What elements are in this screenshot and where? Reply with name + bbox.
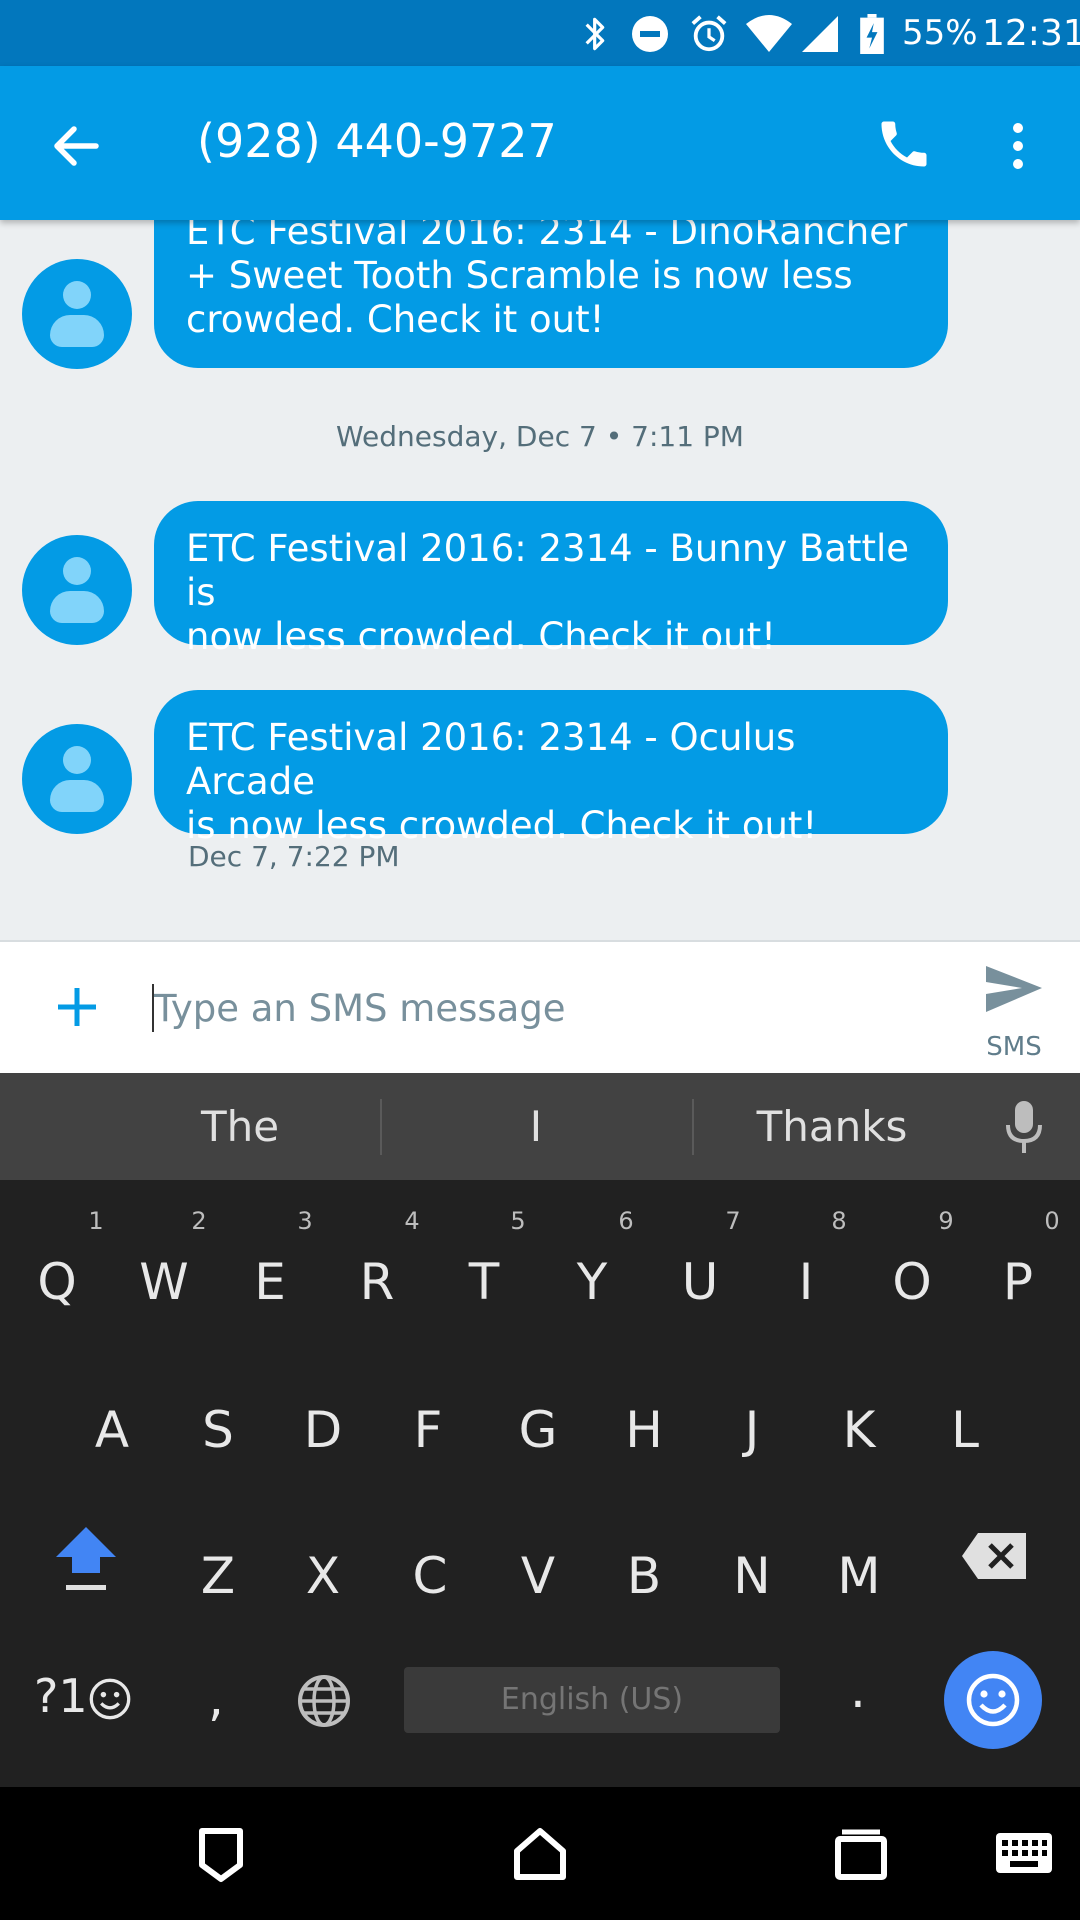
wifi-icon	[746, 15, 792, 52]
key-j[interactable]: J	[722, 1401, 782, 1459]
key-g[interactable]: G	[508, 1401, 568, 1459]
key-m[interactable]: M	[829, 1547, 889, 1605]
key-h[interactable]: H	[614, 1401, 674, 1459]
attach-plus-icon[interactable]	[52, 982, 102, 1032]
send-label: SMS	[986, 1032, 1042, 1062]
key-x[interactable]: X	[293, 1547, 353, 1605]
message-bubble[interactable]: ETC Festival 2016: 2314 - Oculus Arcade …	[154, 690, 948, 847]
key-d[interactable]: D	[293, 1401, 353, 1459]
key-s[interactable]: S	[188, 1401, 248, 1459]
contact-avatar[interactable]	[22, 259, 132, 369]
send-sms-button[interactable]: SMS	[978, 962, 1050, 1062]
key-b[interactable]: B	[614, 1547, 674, 1605]
app-bar: (928) 440-9727	[0, 66, 1080, 220]
date-separator: Wednesday, Dec 7 • 7:11 PM	[336, 420, 744, 453]
message-bubble[interactable]: ETC Festival 2016: 2314 - Bunny Battle i…	[154, 501, 948, 658]
keyboard-icon[interactable]	[996, 1833, 1052, 1873]
message-list[interactable]: ETC Festival 2016: 2314 - DinoRancher + …	[0, 220, 1080, 940]
message-bubble[interactable]: ETC Festival 2016: 2314 - DinoRancher + …	[154, 220, 948, 368]
key-r[interactable]: R	[347, 1253, 407, 1311]
back-icon[interactable]	[196, 1825, 246, 1885]
alarm-icon	[691, 15, 727, 52]
suggestion-divider	[380, 1099, 382, 1155]
key-o[interactable]: O	[882, 1253, 942, 1311]
more-vert-icon[interactable]	[1000, 116, 1036, 176]
key-n[interactable]: N	[722, 1547, 782, 1605]
globe-icon[interactable]	[296, 1673, 352, 1729]
battery-percent: 55%	[902, 13, 978, 53]
key-hint: 2	[191, 1207, 207, 1235]
key-c[interactable]: C	[400, 1547, 460, 1605]
recents-icon[interactable]	[834, 1827, 888, 1881]
backspace-icon[interactable]	[960, 1531, 1030, 1581]
navigation-bar	[0, 1787, 1080, 1920]
key-hint: 5	[510, 1207, 526, 1235]
space-bar[interactable]: English (US)	[404, 1667, 780, 1733]
send-icon	[986, 966, 1042, 1012]
emoji-icon	[966, 1673, 1020, 1727]
signal-icon	[802, 16, 838, 52]
home-icon[interactable]	[513, 1827, 567, 1881]
key-w[interactable]: W	[134, 1253, 194, 1311]
suggestion-2[interactable]: I	[436, 1073, 636, 1180]
suggestion-3[interactable]: Thanks	[732, 1073, 932, 1180]
key-hint: 6	[618, 1207, 634, 1235]
smiley-icon	[89, 1678, 131, 1720]
emoji-button[interactable]	[944, 1651, 1042, 1749]
message-input[interactable]	[152, 970, 932, 1046]
phone-icon[interactable]	[874, 114, 934, 174]
message-text: + Sweet Tooth Scramble is now less	[186, 254, 853, 297]
key-e[interactable]: E	[240, 1253, 300, 1311]
do-not-disturb-icon	[632, 16, 668, 52]
key-q[interactable]: Q	[27, 1253, 87, 1311]
key-z[interactable]: Z	[188, 1547, 248, 1605]
message-text: crowded. Check it out!	[186, 298, 605, 341]
key-p[interactable]: P	[988, 1253, 1048, 1311]
shift-icon[interactable]	[54, 1523, 118, 1593]
key-hint: 8	[831, 1207, 847, 1235]
suggestion-1[interactable]: The	[140, 1073, 340, 1180]
key-u[interactable]: U	[670, 1253, 730, 1311]
message-text: ETC Festival 2016: 2314 - Bunny Battle i…	[186, 527, 910, 614]
back-arrow-icon[interactable]	[46, 116, 106, 176]
key-f[interactable]: F	[398, 1401, 458, 1459]
message-text: now less crowded. Check it out!	[186, 615, 776, 658]
status-bar: 55% 12:31	[0, 0, 1080, 66]
key-l[interactable]: L	[935, 1401, 995, 1459]
symbols-label: ?1	[34, 1669, 88, 1723]
period-key[interactable]: .	[838, 1661, 878, 1719]
key-y[interactable]: Y	[562, 1253, 622, 1311]
key-a[interactable]: A	[82, 1401, 142, 1459]
key-v[interactable]: V	[508, 1547, 568, 1605]
key-hint: 7	[725, 1207, 741, 1235]
contact-avatar[interactable]	[22, 724, 132, 834]
compose-bar: SMS	[0, 940, 1080, 1073]
microphone-icon[interactable]	[1000, 1097, 1048, 1157]
key-hint: 0	[1044, 1207, 1060, 1235]
symbols-key[interactable]: ?1	[34, 1669, 144, 1733]
key-t[interactable]: T	[454, 1253, 514, 1311]
key-hint: 3	[297, 1207, 313, 1235]
key-i[interactable]: I	[776, 1253, 836, 1311]
conversation-title: (928) 440-9727	[197, 114, 557, 168]
comma-key[interactable]: ,	[196, 1669, 236, 1727]
message-timestamp: Dec 7, 7:22 PM	[188, 840, 400, 873]
key-hint: 4	[404, 1207, 420, 1235]
status-clock: 12:31	[982, 13, 1080, 54]
message-text: ETC Festival 2016: 2314 - Oculus Arcade	[186, 716, 796, 803]
suggestion-strip: The I Thanks	[0, 1073, 1080, 1180]
contact-avatar[interactable]	[22, 535, 132, 645]
key-k[interactable]: K	[829, 1401, 889, 1459]
bluetooth-icon	[585, 17, 605, 51]
key-hint: 1	[88, 1207, 104, 1235]
battery-charging-icon	[860, 14, 884, 54]
soft-keyboard: The I Thanks ?1 , English (US) . Q 1 W 2…	[0, 1073, 1080, 1787]
message-text: ETC Festival 2016: 2314 - DinoRancher	[186, 220, 908, 253]
key-hint: 9	[938, 1207, 954, 1235]
suggestion-divider	[692, 1099, 694, 1155]
